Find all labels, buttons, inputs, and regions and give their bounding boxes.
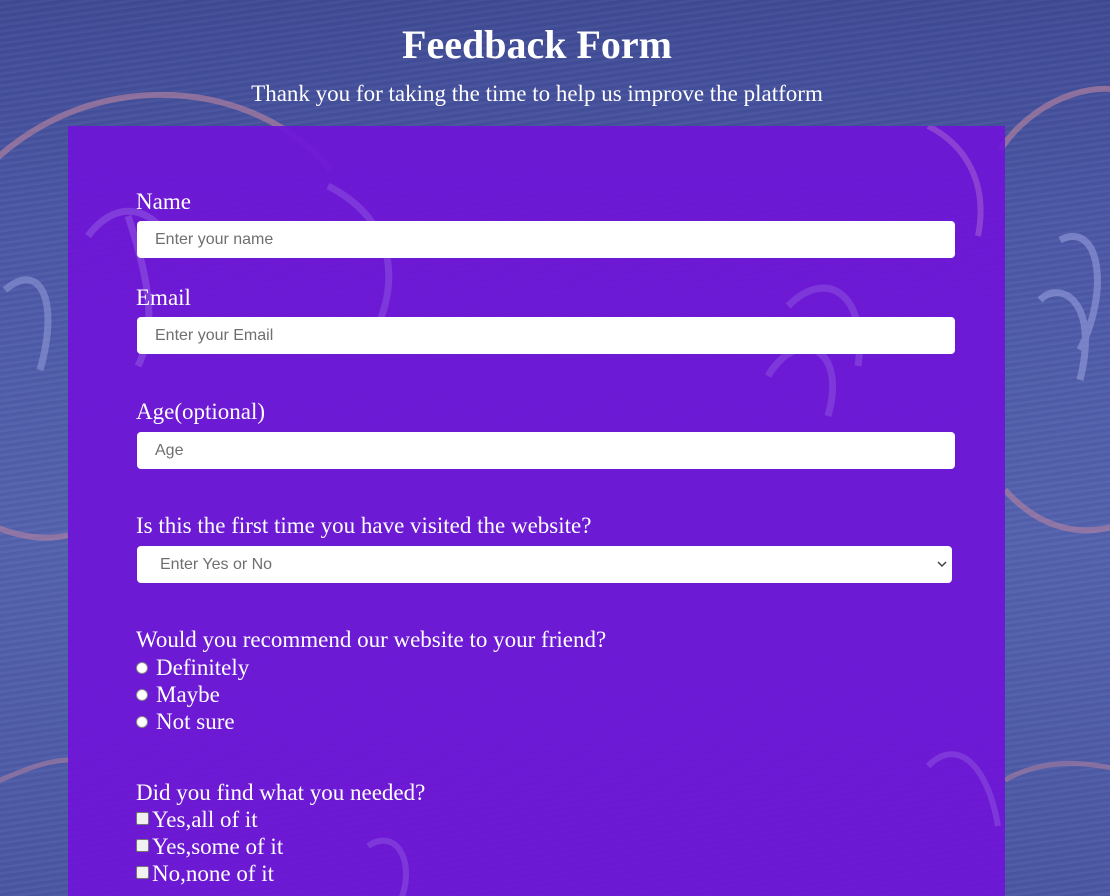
recommend-option-label: Maybe bbox=[156, 682, 220, 707]
page-title: Feedback Form bbox=[402, 22, 672, 67]
found-option-all[interactable]: Yes,all of it bbox=[136, 806, 258, 833]
email-input[interactable] bbox=[137, 317, 955, 354]
recommend-option-maybe[interactable]: Maybe bbox=[136, 681, 220, 708]
name-input[interactable] bbox=[137, 221, 955, 258]
age-input[interactable] bbox=[137, 432, 955, 469]
feedback-form: Name Email Age(optional) Is this the fir… bbox=[68, 126, 1005, 896]
radio-button[interactable] bbox=[136, 716, 148, 728]
checkbox[interactable] bbox=[136, 866, 149, 879]
recommend-option-not-sure[interactable]: Not sure bbox=[136, 708, 235, 735]
email-label: Email bbox=[136, 285, 191, 310]
found-option-none[interactable]: No,none of it bbox=[136, 860, 274, 887]
radio-button[interactable] bbox=[136, 662, 148, 674]
first-visit-selected-value: Enter Yes or No bbox=[160, 556, 273, 573]
recommend-option-definitely[interactable]: Definitely bbox=[136, 654, 249, 681]
page-subtitle: Thank you for taking the time to help us… bbox=[251, 81, 823, 106]
recommend-option-label: Not sure bbox=[156, 709, 235, 734]
name-label: Name bbox=[136, 189, 191, 214]
chevron-down-icon bbox=[937, 561, 947, 568]
radio-button[interactable] bbox=[136, 689, 148, 701]
recommend-label: Would you recommend our website to your … bbox=[136, 627, 607, 652]
age-label: Age(optional) bbox=[136, 399, 266, 424]
found-option-label: Yes,all of it bbox=[152, 807, 258, 832]
checkbox[interactable] bbox=[136, 839, 149, 852]
found-option-label: No,none of it bbox=[152, 861, 275, 886]
found-option-label: Yes,some of it bbox=[152, 834, 284, 859]
found-needed-label: Did you find what you needed? bbox=[136, 780, 426, 805]
recommend-option-label: Definitely bbox=[156, 655, 250, 680]
found-option-some[interactable]: Yes,some of it bbox=[136, 833, 283, 860]
first-visit-label: Is this the first time you have visited … bbox=[136, 513, 592, 538]
first-visit-select[interactable]: Enter Yes or No bbox=[137, 546, 952, 583]
checkbox[interactable] bbox=[136, 812, 149, 825]
